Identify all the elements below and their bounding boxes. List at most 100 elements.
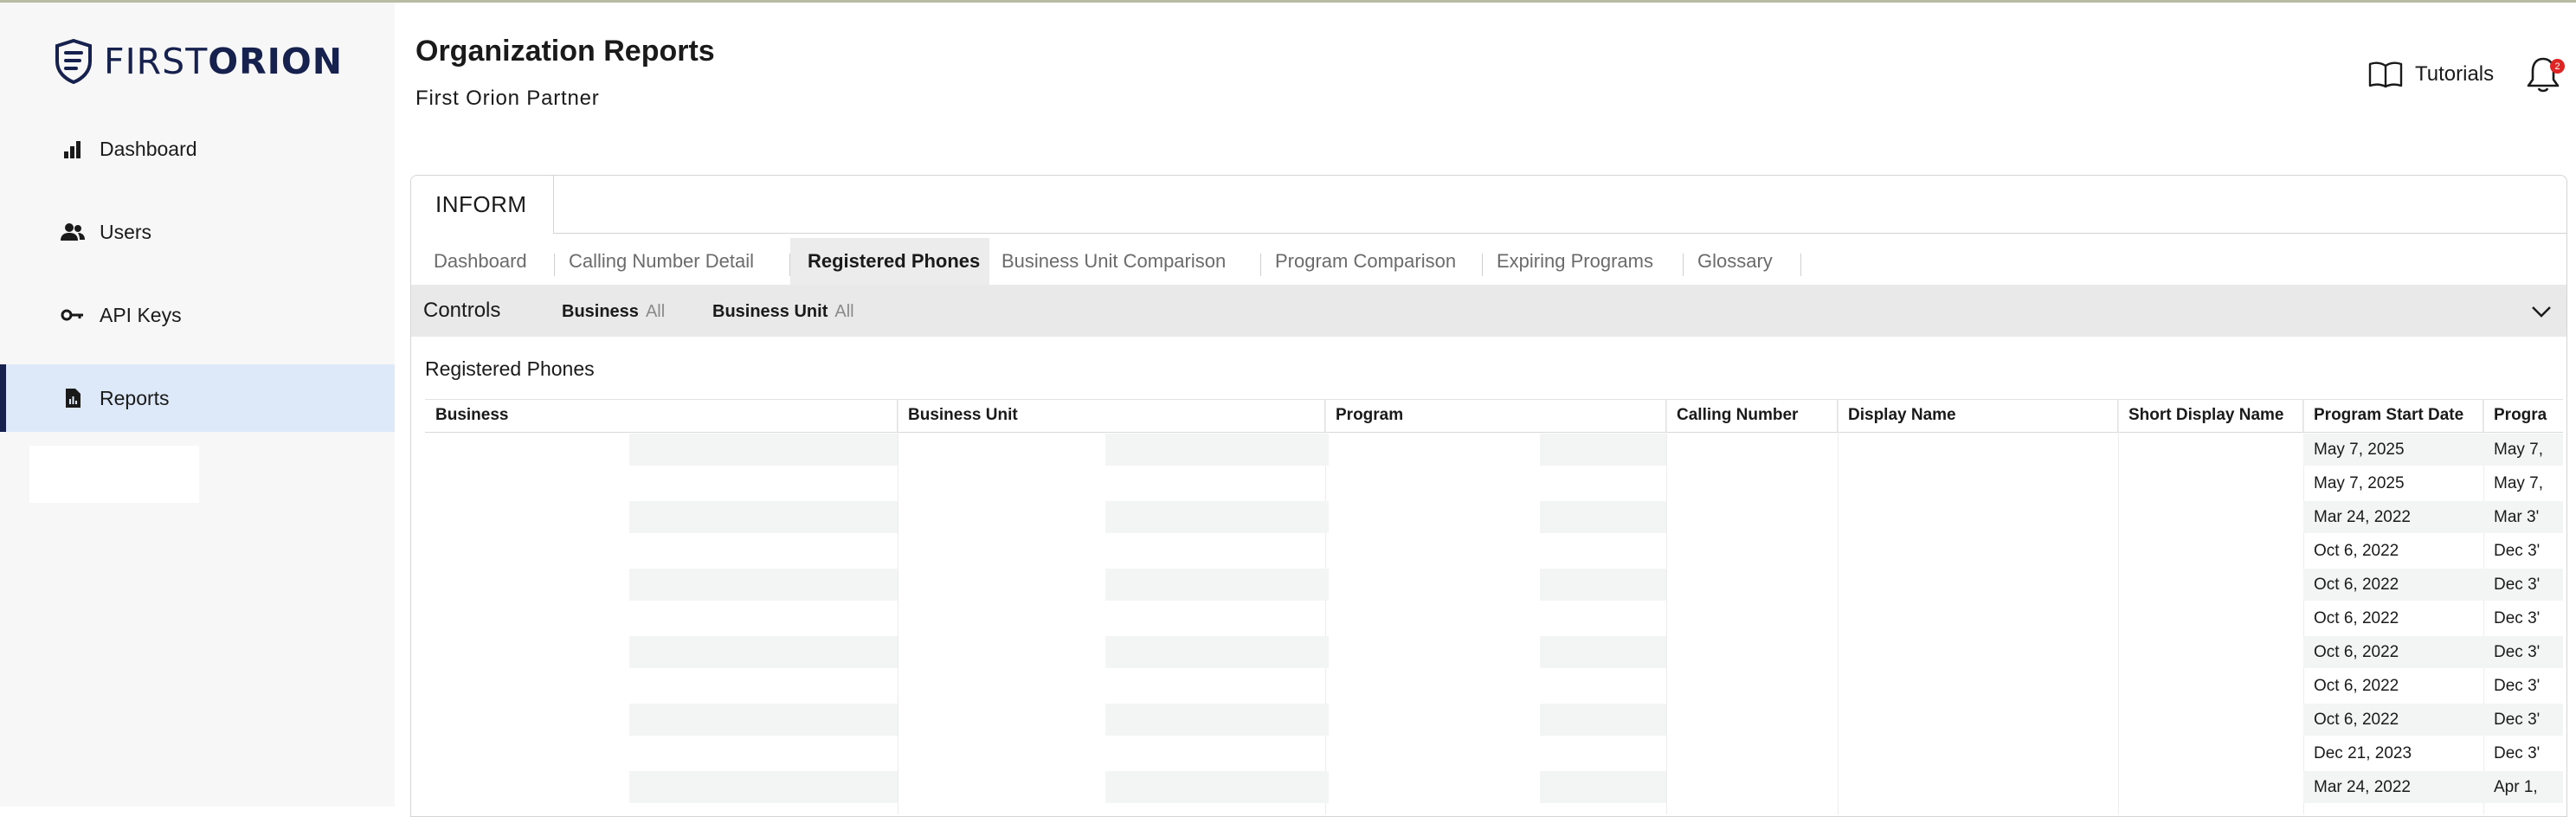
placeholder-cell	[629, 501, 898, 533]
brand-wordmark: FIRSTORION	[104, 41, 343, 82]
table-row[interactable]: Mar 24, 2022 Mar 3'	[425, 500, 2563, 534]
column-header-business-unit[interactable]: Business Unit	[898, 399, 1325, 432]
column-header-program-start-date[interactable]: Program Start Date	[2303, 399, 2483, 432]
tutorials-button[interactable]: Tutorials	[2368, 57, 2494, 92]
table-row[interactable]: Oct 6, 2022 Dec 3'	[425, 568, 2563, 601]
cell-program-end-date: Apr 1,	[2494, 777, 2538, 796]
placeholder-cell	[1105, 704, 1329, 736]
tab-label: Expiring Programs	[1497, 250, 1653, 272]
cell-program-start-date: Oct 6, 2022	[2314, 642, 2399, 661]
cell-program-end-date: Dec 3'	[2494, 642, 2541, 661]
placeholder-cell	[1540, 569, 1666, 601]
table-row[interactable]: May 7, 2025 May 7,	[425, 466, 2563, 500]
placeholder-cell	[1105, 501, 1329, 533]
tab-dashboard[interactable]: Dashboard	[411, 238, 555, 285]
sidebar-item-label: Users	[100, 220, 152, 243]
controls-bar[interactable]: Controls Business All Business Unit All	[411, 285, 2566, 337]
sidebar: FIRSTORION Dashboard Users API Keys Repo…	[0, 3, 395, 807]
book-icon	[2368, 61, 2403, 88]
cell-program-end-date: Dec 3'	[2494, 541, 2541, 560]
cell-program-start-date: Oct 6, 2022	[2314, 608, 2399, 627]
table-row[interactable]: Dec 21, 2023 Dec 3'	[425, 737, 2563, 770]
filter-name: Business	[562, 302, 639, 321]
column-header-display-name[interactable]: Display Name	[1838, 399, 2118, 432]
tab-separator	[1800, 254, 1801, 276]
report-icon	[61, 386, 85, 410]
cell-program-end-date: Dec 3'	[2494, 608, 2541, 627]
filter-value: All	[645, 302, 666, 321]
report-tabs: Dashboard Calling Number Detail Register…	[411, 238, 2566, 285]
sidebar-item-reports[interactable]: Reports	[0, 364, 395, 432]
tab-label: Glossary	[1697, 250, 1773, 272]
tab-glossary[interactable]: Glossary	[1684, 238, 1801, 285]
chevron-down-icon[interactable]	[2530, 300, 2553, 323]
column-header-short-display-name[interactable]: Short Display Name	[2118, 399, 2303, 432]
filter-business[interactable]: Business All	[562, 302, 665, 322]
column-header-program[interactable]: Program	[1325, 399, 1666, 432]
table-row[interactable]: Oct 6, 2022 Dec 3'	[425, 703, 2563, 737]
column-header-program-end-date[interactable]: Progra	[2483, 399, 2563, 432]
table-row[interactable]: Oct 6, 2022 Dec 3'	[425, 534, 2563, 568]
cell-program-end-date: Dec 3'	[2494, 676, 2541, 695]
tab-expiring-programs[interactable]: Expiring Programs	[1483, 238, 1684, 285]
table-row[interactable]: Oct 6, 2022 Dec 3'	[425, 669, 2563, 703]
sidebar-item-label: Dashboard	[100, 137, 197, 160]
placeholder-cell	[629, 771, 898, 803]
sidebar-item-dashboard[interactable]: Dashboard	[0, 115, 395, 183]
cell-program-start-date: May 7, 2025	[2314, 440, 2405, 459]
cell-program-end-date: Dec 3'	[2494, 710, 2541, 729]
placeholder-cell	[1540, 771, 1666, 803]
tab-business-unit-comparison[interactable]: Business Unit Comparison	[989, 238, 1261, 285]
cell-program-end-date: May 7,	[2494, 473, 2544, 492]
cell-program-end-date: May 7,	[2494, 440, 2544, 459]
report-panel: INFORM Dashboard Calling Number Detail R…	[410, 175, 2567, 817]
sidebar-item-label: Reports	[100, 386, 170, 409]
table-row[interactable]: Mar 24, 2022 Apr 1,	[425, 770, 2563, 804]
cell-program-start-date: Mar 24, 2022	[2314, 777, 2411, 796]
table-row[interactable]: May 7, 2025 May 7,	[425, 433, 2563, 466]
tab-calling-number-detail[interactable]: Calling Number Detail	[555, 238, 790, 285]
tab-label: Program Comparison	[1275, 250, 1457, 272]
cell-program-end-date: Mar 3'	[2494, 507, 2540, 526]
tab-registered-phones[interactable]: Registered Phones	[790, 238, 989, 285]
cell-program-start-date: Oct 6, 2022	[2314, 676, 2399, 695]
placeholder-cell	[1105, 771, 1329, 803]
filter-business-unit[interactable]: Business Unit All	[712, 302, 854, 322]
tab-label: Dashboard	[434, 250, 527, 272]
cell-program-start-date: Oct 6, 2022	[2314, 710, 2399, 729]
cell-program-start-date: Oct 6, 2022	[2314, 541, 2399, 560]
filter-value: All	[834, 302, 854, 321]
placeholder-cell	[629, 636, 898, 668]
cell-program-end-date: Dec 3'	[2494, 575, 2541, 594]
table-row[interactable]: Oct 6, 2022 Dec 3'	[425, 601, 2563, 635]
tab-label: Business Unit Comparison	[1001, 250, 1227, 272]
notification-badge: 2	[2550, 59, 2565, 74]
placeholder-cell	[629, 569, 898, 601]
product-tab-inform[interactable]: INFORM	[411, 176, 554, 233]
placeholder-cell	[629, 704, 898, 736]
cell-program-start-date: Mar 24, 2022	[2314, 507, 2411, 526]
column-header-calling-number[interactable]: Calling Number	[1666, 399, 1838, 432]
controls-label: Controls	[423, 299, 501, 322]
table-row[interactable]: Oct 6, 2022 Dec 3'	[425, 635, 2563, 669]
placeholder-cell	[1105, 569, 1329, 601]
tab-label: Registered Phones	[808, 250, 981, 272]
cell-program-start-date: Dec 21, 2023	[2314, 743, 2412, 762]
sidebar-item-api-keys[interactable]: API Keys	[0, 281, 395, 349]
sidebar-blank-box	[29, 446, 199, 503]
placeholder-cell	[1540, 501, 1666, 533]
sidebar-item-users[interactable]: Users	[0, 198, 395, 266]
placeholder-cell	[1105, 636, 1329, 668]
cell-program-start-date: May 7, 2025	[2314, 473, 2405, 492]
tab-label: Calling Number Detail	[569, 250, 754, 272]
first-orion-logo[interactable]: FIRSTORION	[54, 37, 343, 86]
section-title: Registered Phones	[425, 357, 595, 380]
cell-program-end-date: Dec 3'	[2494, 743, 2541, 762]
tab-program-comparison[interactable]: Program Comparison	[1261, 238, 1483, 285]
shield-logo-icon	[55, 39, 92, 84]
cell-program-start-date: Oct 6, 2022	[2314, 575, 2399, 594]
users-icon	[61, 220, 85, 244]
placeholder-cell	[1540, 636, 1666, 668]
column-header-business[interactable]: Business	[425, 399, 898, 432]
placeholder-cell	[1540, 704, 1666, 736]
